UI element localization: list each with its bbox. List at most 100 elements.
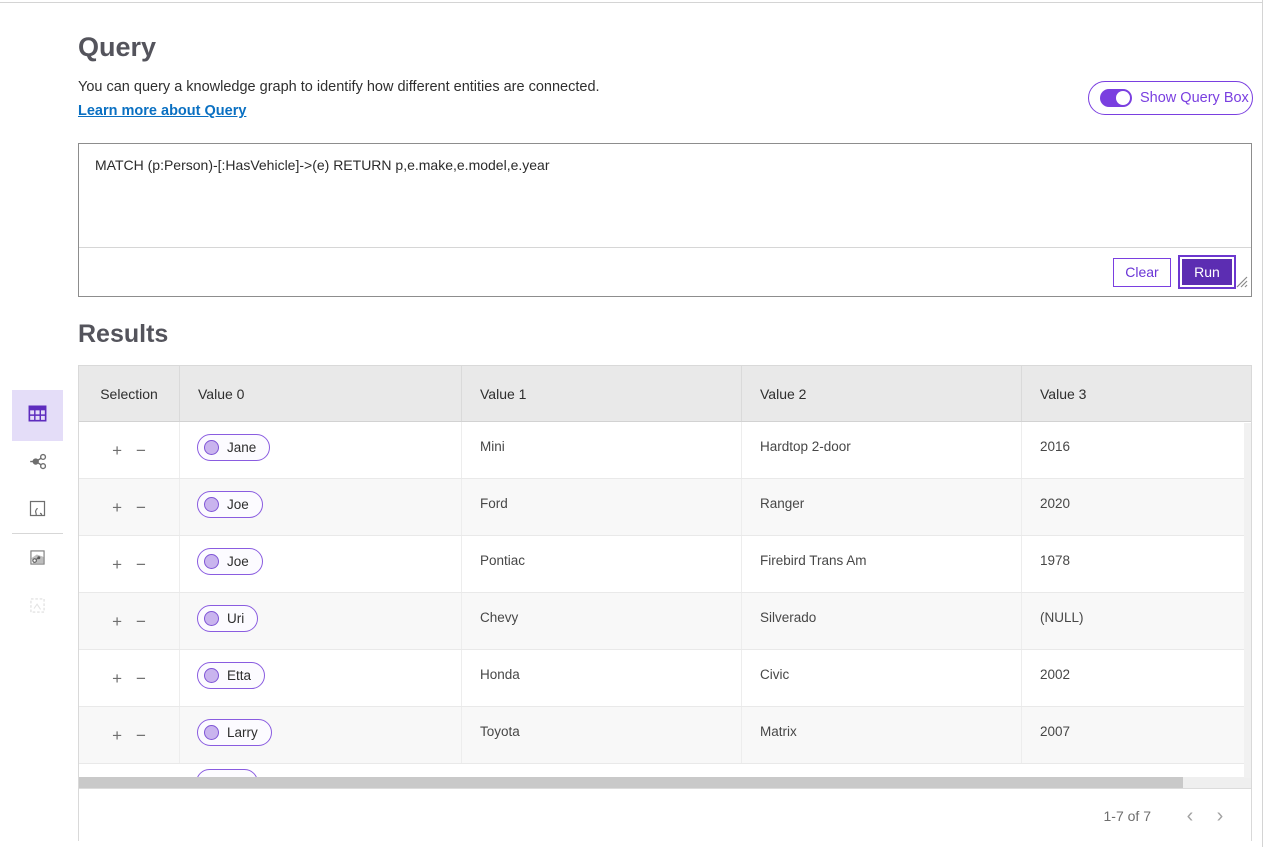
page-description: You can query a knowledge graph to ident… [78, 79, 600, 95]
entity-pill[interactable]: Joe [197, 548, 263, 575]
cell-value-3: 2002 [1021, 650, 1251, 706]
query-footer: Clear Run [79, 248, 1251, 296]
remove-from-selection-button[interactable]: − [136, 613, 146, 630]
link-chart-icon [27, 451, 49, 478]
cell-value-1: Ford [461, 479, 741, 535]
cell-value-2: Hardtop 2-door [741, 422, 1021, 478]
entity-node-icon [204, 668, 219, 683]
run-button[interactable]: Run [1178, 255, 1236, 289]
entity-pill[interactable]: Etta [197, 662, 265, 689]
cell-value-3: 2007 [1021, 707, 1251, 763]
selection-cell: + − [79, 650, 179, 706]
entity-cell: Uri [179, 593, 461, 649]
entity-node-icon [204, 497, 219, 512]
entity-node-icon [204, 611, 219, 626]
cell-value-1: Chevy [461, 593, 741, 649]
entity-pill-label: Uri [227, 611, 244, 626]
selection-cell: + − [79, 422, 179, 478]
entity-cell: Jane [179, 422, 461, 478]
entity-pill-label: Etta [227, 668, 251, 683]
column-header-selection: Selection [79, 366, 179, 421]
cell-value-2: Silverado [741, 593, 1021, 649]
vertical-scrollbar[interactable] [1244, 423, 1251, 778]
sidebar-item-selection-tool [12, 590, 63, 626]
cell-value-2: Matrix [741, 707, 1021, 763]
table-row: + − Joe Ford Ranger 2020 [79, 479, 1251, 536]
selection-cell: + − [79, 479, 179, 535]
entity-pill[interactable]: Jane [197, 434, 270, 461]
cell-value-1: Toyota [461, 707, 741, 763]
entity-cell: Joe [179, 479, 461, 535]
cell-value-3: 1978 [1021, 536, 1251, 592]
previous-page-button[interactable]: ‹ [1175, 806, 1205, 826]
entity-pill-label: Joe [227, 497, 249, 512]
selection-cell: + − [79, 593, 179, 649]
top-divider [0, 2, 1263, 3]
sidebar-item-link-chart-view[interactable] [12, 446, 63, 482]
column-header-value2: Value 2 [741, 366, 1021, 421]
learn-more-link[interactable]: Learn more about Query [78, 103, 246, 119]
results-table: Selection Value 0 Value 1 Value 2 Value … [78, 365, 1252, 841]
selection-cell: + − [79, 707, 179, 763]
page-title: Query [78, 32, 156, 63]
column-header-value3: Value 3 [1021, 366, 1251, 421]
add-to-selection-button[interactable]: + [112, 499, 122, 516]
pagination-range: 1-7 of 7 [1104, 808, 1151, 824]
query-input[interactable]: MATCH (p:Person)-[:HasVehicle]->(e) RETU… [79, 144, 1251, 248]
column-header-value1: Value 1 [461, 366, 741, 421]
table-body: + − Jane Mini Hardtop 2-door 2016 + − Jo… [79, 422, 1251, 764]
entity-pill[interactable]: Joe [197, 491, 263, 518]
remove-from-selection-button[interactable]: − [136, 727, 146, 744]
table-row-partial [79, 764, 1251, 777]
entity-cell: Etta [179, 650, 461, 706]
add-to-selection-button[interactable]: + [112, 442, 122, 459]
add-to-selection-button[interactable]: + [112, 613, 122, 630]
add-to-selection-button[interactable]: + [112, 670, 122, 687]
entity-cell: Larry [179, 707, 461, 763]
remove-from-selection-button[interactable]: − [136, 499, 146, 516]
map-icon [27, 498, 48, 524]
add-to-selection-button[interactable]: + [112, 727, 122, 744]
entity-pill[interactable] [196, 769, 258, 777]
cell-value-1: Honda [461, 650, 741, 706]
resize-handle-icon[interactable] [1236, 275, 1248, 293]
selection-icon [27, 595, 48, 621]
cell-value-2: Firebird Trans Am [741, 536, 1021, 592]
table-row: + − Uri Chevy Silverado (NULL) [79, 593, 1251, 650]
cell-value-3: (NULL) [1021, 593, 1251, 649]
sidebar-item-map-view[interactable] [12, 493, 63, 529]
next-page-button[interactable]: › [1205, 806, 1235, 826]
entity-pill-label: Larry [227, 725, 258, 740]
cell-value-2: Ranger [741, 479, 1021, 535]
results-title: Results [78, 320, 168, 349]
cell-value-2: Civic [741, 650, 1021, 706]
horizontal-scrollbar[interactable] [79, 777, 1251, 788]
entity-node-icon [204, 440, 219, 455]
cell-value-1: Pontiac [461, 536, 741, 592]
cell-value-3: 2016 [1021, 422, 1251, 478]
link-chart-map-icon [27, 547, 48, 573]
entity-pill[interactable]: Uri [197, 605, 258, 632]
entity-cell: Joe [179, 536, 461, 592]
toggle-knob [1116, 91, 1130, 105]
entity-pill[interactable]: Larry [197, 719, 272, 746]
clear-button[interactable]: Clear [1113, 258, 1171, 287]
entity-node-icon [204, 554, 219, 569]
sidebar-item-add-to-link-chart[interactable] [12, 542, 63, 578]
remove-from-selection-button[interactable]: − [136, 442, 146, 459]
table-header-row: Selection Value 0 Value 1 Value 2 Value … [79, 366, 1251, 422]
entity-node-icon [204, 725, 219, 740]
horizontal-scrollbar-thumb[interactable] [79, 777, 1183, 788]
remove-from-selection-button[interactable]: − [136, 556, 146, 573]
show-query-box-toggle[interactable]: Show Query Box [1088, 81, 1253, 115]
remove-from-selection-button[interactable]: − [136, 670, 146, 687]
table-row: + − Etta Honda Civic 2002 [79, 650, 1251, 707]
sidebar-divider [12, 533, 63, 534]
toggle-switch-icon[interactable] [1100, 89, 1132, 107]
table-icon [26, 402, 49, 430]
sidebar-item-table-view[interactable] [12, 390, 63, 441]
cell-value-3: 2020 [1021, 479, 1251, 535]
table-footer: 1-7 of 7 ‹ › [79, 788, 1251, 842]
add-to-selection-button[interactable]: + [112, 556, 122, 573]
cell-value-1: Mini [461, 422, 741, 478]
